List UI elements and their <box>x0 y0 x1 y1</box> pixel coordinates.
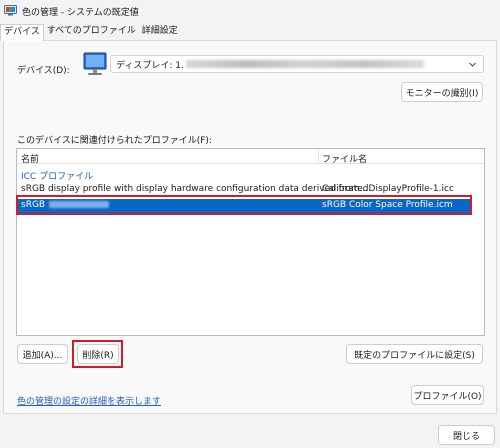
chevron-down-icon <box>469 62 476 67</box>
profile-button[interactable]: プロファイル(O) <box>411 385 484 405</box>
column-header-file[interactable]: ファイル名 <box>322 152 367 165</box>
close-button[interactable]: 閉じる <box>438 425 495 445</box>
device-label: デバイス(D): <box>17 66 70 76</box>
tab-advanced[interactable]: 詳細設定 <box>139 24 181 40</box>
device-dropdown[interactable]: ディスプレイ: 1. <box>110 55 484 73</box>
set-default-profile-button[interactable]: 既定のプロファイルに設定(S) <box>346 344 483 364</box>
highlight-box-remove-button <box>72 340 123 368</box>
add-profile-button[interactable]: 追加(A)... <box>17 344 68 364</box>
column-header-name[interactable]: 名前 <box>21 152 39 165</box>
column-divider[interactable] <box>318 149 319 164</box>
profiles-list[interactable]: 名前 ファイル名 ICC プロファイル sRGB display profile… <box>16 148 485 336</box>
list-header: 名前 ファイル名 <box>17 149 484 165</box>
redacted-device-name <box>185 60 424 68</box>
profile-name: sRGB display profile with display hardwa… <box>21 184 369 194</box>
tab-devices[interactable]: デバイス <box>0 24 44 41</box>
color-management-icon <box>4 5 17 16</box>
tab-bar: デバイス すべてのプロファイル 詳細設定 <box>0 24 181 41</box>
window-title: 色の管理 - システムの既定値 <box>22 8 139 18</box>
title-bar: 色の管理 - システムの既定値 <box>0 0 500 22</box>
highlight-box-selected-row <box>16 195 472 215</box>
device-value: ディスプレイ: 1. <box>116 60 184 71</box>
identify-monitors-button[interactable]: モニターの識別(I) <box>401 82 483 102</box>
details-link[interactable]: 色の管理の設定の詳細を表示します <box>17 394 161 407</box>
tab-all-profiles[interactable]: すべてのプロファイル <box>44 24 139 40</box>
profile-file: CalibratedDisplayProfile-1.icc <box>322 184 454 194</box>
monitor-icon <box>83 52 107 75</box>
group-header-icc: ICC プロファイル <box>21 172 94 182</box>
profiles-label: このデバイスに関連付けられたプロファイル(F): <box>17 136 212 146</box>
